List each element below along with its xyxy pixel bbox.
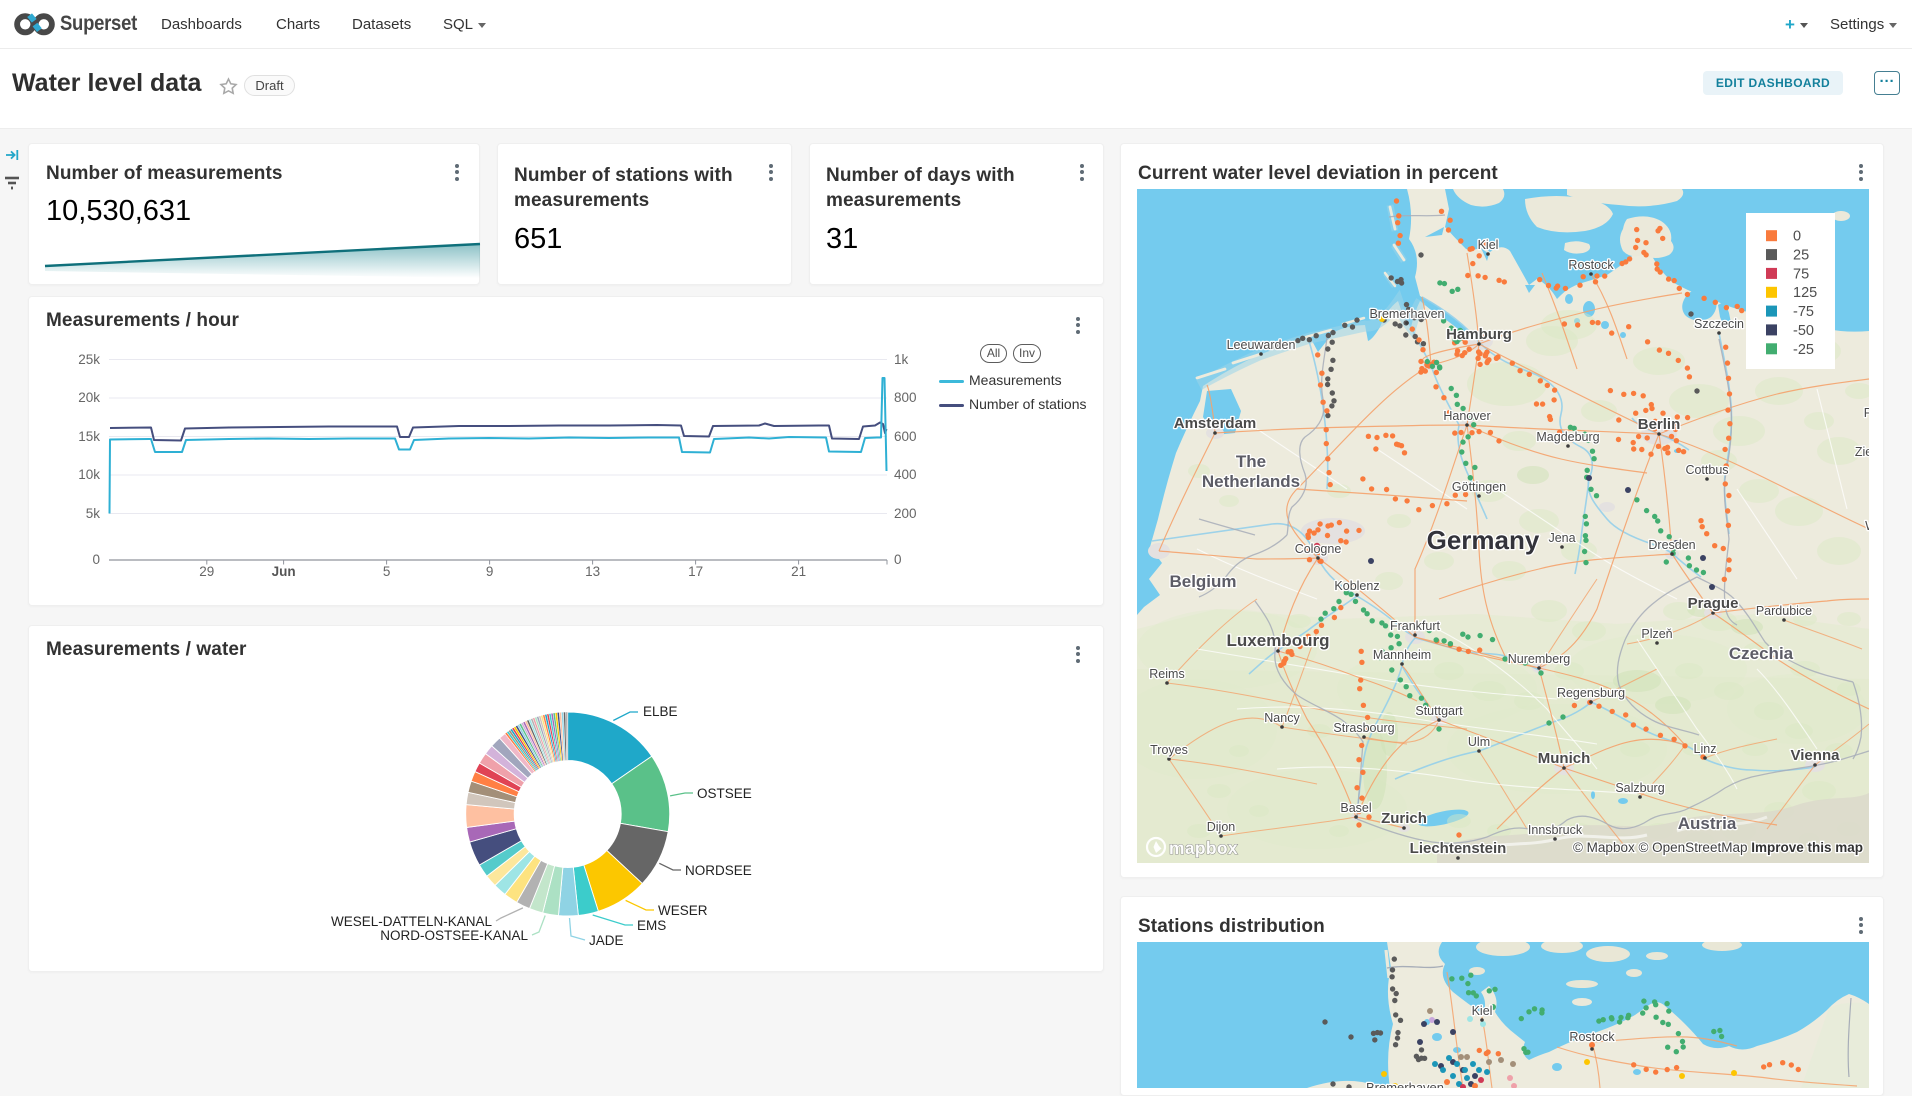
svg-text:25: 25 [1793,248,1809,264]
svg-text:Cottbus: Cottbus [1685,463,1728,477]
svg-text:Berlin: Berlin [1638,416,1681,433]
svg-text:Prague: Prague [1688,595,1739,612]
svg-text:Jena: Jena [1548,531,1575,545]
svg-text:Szczecin: Szczecin [1694,317,1744,331]
svg-text:Göttingen: Göttingen [1452,480,1506,494]
svg-text:© Mapbox © OpenStreetMap Impro: © Mapbox © OpenStreetMap Improve this ma… [1573,840,1863,855]
svg-text:Strasbourg: Strasbourg [1333,721,1394,735]
svg-text:Nancy: Nancy [1264,711,1300,725]
svg-text:Ulm: Ulm [1468,735,1490,749]
svg-text:Rostock: Rostock [1569,1030,1615,1044]
svg-text:Netherlands: Netherlands [1202,472,1300,491]
svg-text:Nuremberg: Nuremberg [1508,652,1571,666]
svg-text:-75: -75 [1793,304,1814,320]
svg-text:Hanover: Hanover [1443,409,1490,423]
svg-text:Linz: Linz [1694,742,1717,756]
svg-text:Bremerhaven: Bremerhaven [1366,1080,1444,1088]
svg-text:Kiel: Kiel [1472,1004,1493,1018]
svg-text:Koblenz: Koblenz [1334,579,1379,593]
svg-text:Stuttgart: Stuttgart [1415,704,1463,718]
svg-text:-25: -25 [1793,342,1814,358]
svg-text:Zielona Góra: Zielona Góra [1855,445,1869,459]
svg-text:125: 125 [1793,285,1817,301]
svg-text:Regensburg: Regensburg [1557,686,1625,700]
svg-text:Wrocław: Wrocław [1865,519,1869,533]
svg-text:Troyes: Troyes [1150,743,1188,757]
svg-text:Germany: Germany [1427,525,1540,555]
svg-text:Luxembourg: Luxembourg [1227,631,1330,650]
svg-text:75: 75 [1793,266,1809,282]
svg-text:Plzeň: Plzeň [1641,627,1672,641]
svg-text:Dresden: Dresden [1648,538,1695,552]
svg-text:Leeuwarden: Leeuwarden [1227,338,1296,352]
svg-text:Dijon: Dijon [1207,820,1236,834]
svg-text:Mannheim: Mannheim [1373,648,1431,662]
svg-text:Pardubice: Pardubice [1756,604,1812,618]
svg-text:Frankfurt: Frankfurt [1390,619,1441,633]
svg-text:Rostock: Rostock [1568,258,1614,272]
svg-text:Bremerhaven: Bremerhaven [1369,307,1444,321]
svg-text:Munich: Munich [1538,750,1591,767]
svg-text:-50: -50 [1793,323,1814,339]
svg-text:Vienna: Vienna [1791,747,1841,764]
svg-text:The: The [1236,452,1266,471]
svg-text:mapbox: mapbox [1169,838,1238,858]
svg-text:Reims: Reims [1149,667,1184,681]
svg-text:Czechia: Czechia [1729,644,1794,663]
svg-text:Innsbruck: Innsbruck [1528,823,1583,837]
svg-text:Amsterdam: Amsterdam [1174,415,1257,432]
svg-text:Salzburg: Salzburg [1615,781,1664,795]
svg-text:Zurich: Zurich [1381,810,1427,827]
svg-text:Poznań: Poznań [1864,406,1869,420]
svg-text:Liechtenstein: Liechtenstein [1410,840,1507,857]
svg-text:Hamburg: Hamburg [1446,326,1512,343]
svg-text:Magdeburg: Magdeburg [1536,430,1599,444]
svg-text:Basel: Basel [1340,801,1371,815]
svg-text:Cologne: Cologne [1295,542,1342,556]
svg-text:Kiel: Kiel [1478,238,1499,252]
svg-text:Belgium: Belgium [1169,572,1236,591]
svg-text:Austria: Austria [1678,814,1737,833]
svg-text:0: 0 [1793,229,1801,245]
